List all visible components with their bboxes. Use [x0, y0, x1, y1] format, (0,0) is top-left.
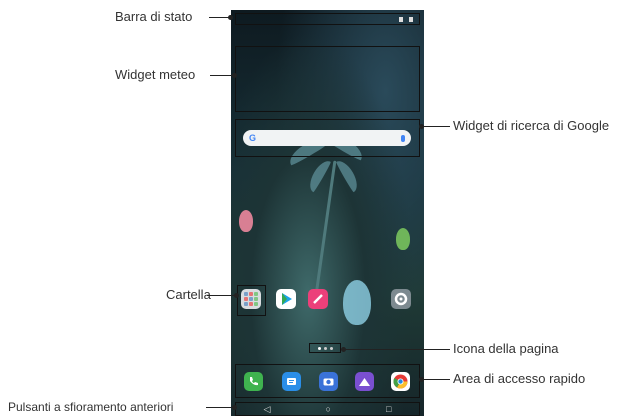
- front-touch-buttons: ◁ ○ □: [235, 402, 420, 416]
- label-status-bar: Barra di stato: [115, 9, 193, 24]
- signal-icon: [399, 16, 403, 22]
- wallpaper-leaf: [335, 157, 362, 193]
- leader-line: [419, 123, 450, 130]
- phone-screen: G ◁ ○ □: [231, 10, 424, 416]
- play-store-icon[interactable]: [276, 289, 296, 309]
- home-icon[interactable]: ○: [326, 404, 331, 414]
- home-page-dot-icon: [317, 346, 321, 350]
- weather-widget[interactable]: [235, 46, 420, 112]
- leader-line: [341, 346, 450, 353]
- chrome-icon[interactable]: [391, 372, 410, 391]
- back-icon[interactable]: ◁: [264, 404, 271, 415]
- leader-line: [210, 72, 237, 79]
- battery-icon: [409, 16, 413, 22]
- label-folder: Cartella: [166, 287, 211, 302]
- wallpaper-bud: [396, 228, 410, 250]
- settings-icon[interactable]: [391, 289, 411, 309]
- folder[interactable]: [237, 285, 266, 316]
- page-dot-icon: [329, 346, 333, 350]
- leader-line: [209, 14, 233, 21]
- recents-icon[interactable]: □: [386, 404, 391, 414]
- google-logo-icon: G: [249, 133, 257, 143]
- gallery-icon[interactable]: [355, 372, 374, 391]
- label-weather-widget: Widget meteo: [115, 67, 196, 82]
- mic-icon[interactable]: [401, 134, 405, 142]
- label-google-search-widget: Widget di ricerca di Google: [453, 118, 610, 133]
- phone-icon[interactable]: [244, 372, 263, 391]
- folder-icon[interactable]: [241, 289, 261, 309]
- status-bar: [235, 13, 420, 25]
- wallpaper-bud: [239, 210, 253, 232]
- wallpaper-leaf: [305, 157, 332, 193]
- quick-access-dock: [235, 364, 420, 398]
- messages-icon[interactable]: [282, 372, 301, 391]
- home-apps-row: [237, 285, 418, 316]
- label-page-icon: Icona della pagina: [453, 341, 559, 356]
- page-indicator[interactable]: [309, 343, 341, 353]
- leader-line: [419, 376, 450, 383]
- label-front-touch-buttons: Pulsanti a sfioramento anteriori: [8, 400, 174, 414]
- google-search-widget[interactable]: G: [235, 119, 420, 157]
- leader-line: [206, 404, 237, 411]
- search-bar[interactable]: G: [243, 130, 411, 146]
- edit-app-icon[interactable]: [308, 289, 328, 309]
- label-quick-access: Area di accesso rapido: [453, 371, 586, 386]
- page-dot-icon: [323, 346, 327, 350]
- leader-line: [207, 292, 239, 299]
- camera-icon[interactable]: [319, 372, 338, 391]
